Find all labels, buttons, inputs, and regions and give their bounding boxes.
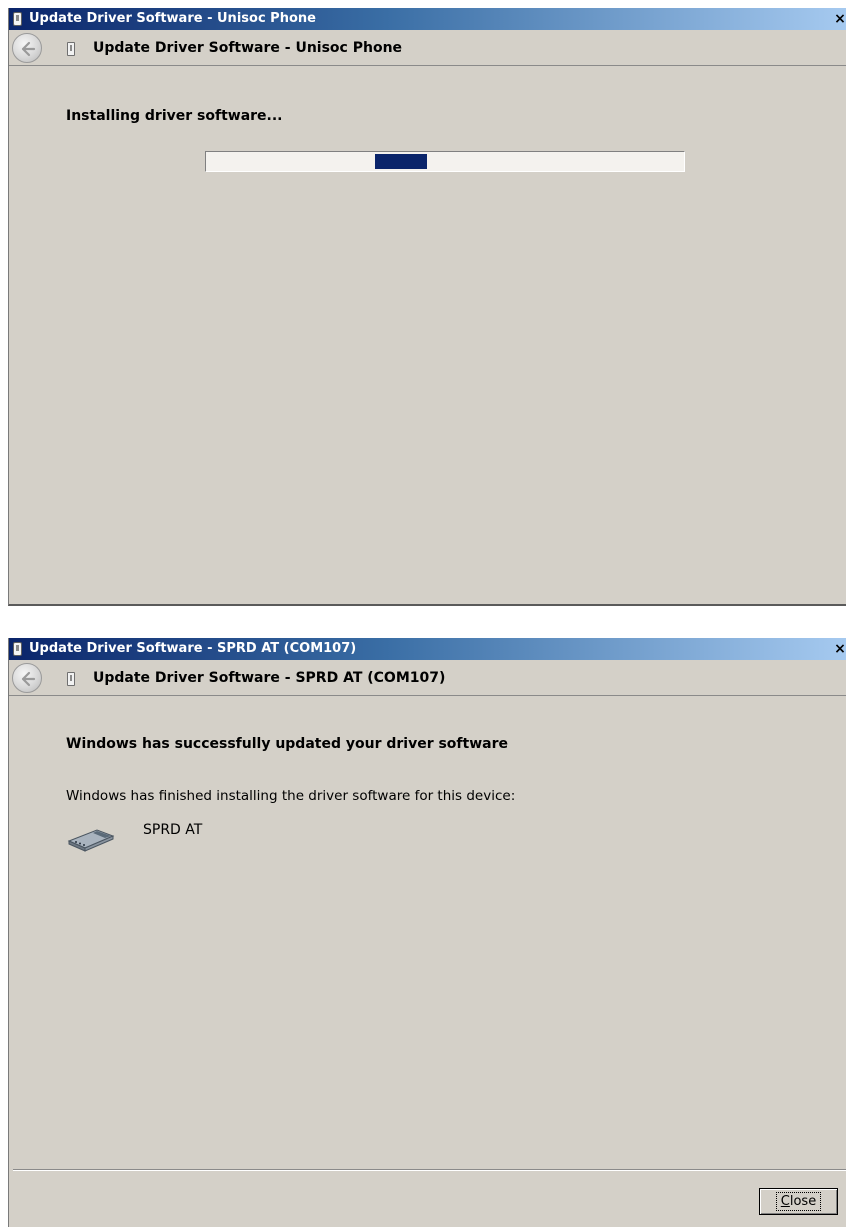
- close-button-label: Close: [775, 1192, 822, 1211]
- back-arrow-icon: [21, 671, 36, 687]
- back-arrow-icon: [21, 41, 36, 57]
- nav-bar: Update Driver Software - SPRD AT (COM107…: [9, 660, 846, 696]
- nav-title: Update Driver Software - SPRD AT (COM107…: [93, 670, 446, 686]
- close-label-rest: lose: [789, 1194, 817, 1209]
- device-icon: [13, 12, 22, 26]
- close-button[interactable]: Close: [759, 1188, 838, 1215]
- device-icon: [13, 642, 22, 656]
- close-mnemonic: C: [780, 1194, 790, 1209]
- back-button[interactable]: [12, 663, 42, 693]
- device-icon: [67, 42, 75, 56]
- window-title: Update Driver Software - SPRD AT (COM107…: [29, 641, 357, 656]
- status-message: Windows has finished installing the driv…: [66, 788, 516, 804]
- window-title: Update Driver Software - Unisoc Phone: [29, 11, 316, 26]
- modem-icon: [67, 824, 115, 856]
- close-icon[interactable]: ×: [834, 641, 846, 657]
- status-heading: Windows has successfully updated your dr…: [66, 736, 508, 752]
- title-bar[interactable]: Update Driver Software - SPRD AT (COM107…: [9, 638, 846, 660]
- installing-dialog: Update Driver Software - Unisoc Phone × …: [8, 8, 846, 606]
- close-icon[interactable]: ×: [834, 11, 846, 27]
- title-bar[interactable]: Update Driver Software - Unisoc Phone ×: [9, 8, 846, 30]
- progress-marquee-chunk: [374, 154, 427, 169]
- nav-title: Update Driver Software - Unisoc Phone: [93, 40, 403, 56]
- footer-divider: [13, 1169, 846, 1171]
- device-name: SPRD AT: [143, 822, 203, 838]
- status-heading: Installing driver software...: [66, 108, 283, 124]
- nav-bar: Update Driver Software - Unisoc Phone: [9, 30, 846, 66]
- success-dialog: Update Driver Software - SPRD AT (COM107…: [8, 638, 846, 1227]
- device-icon: [67, 672, 75, 686]
- back-button[interactable]: [12, 33, 42, 63]
- progress-bar: [205, 151, 685, 172]
